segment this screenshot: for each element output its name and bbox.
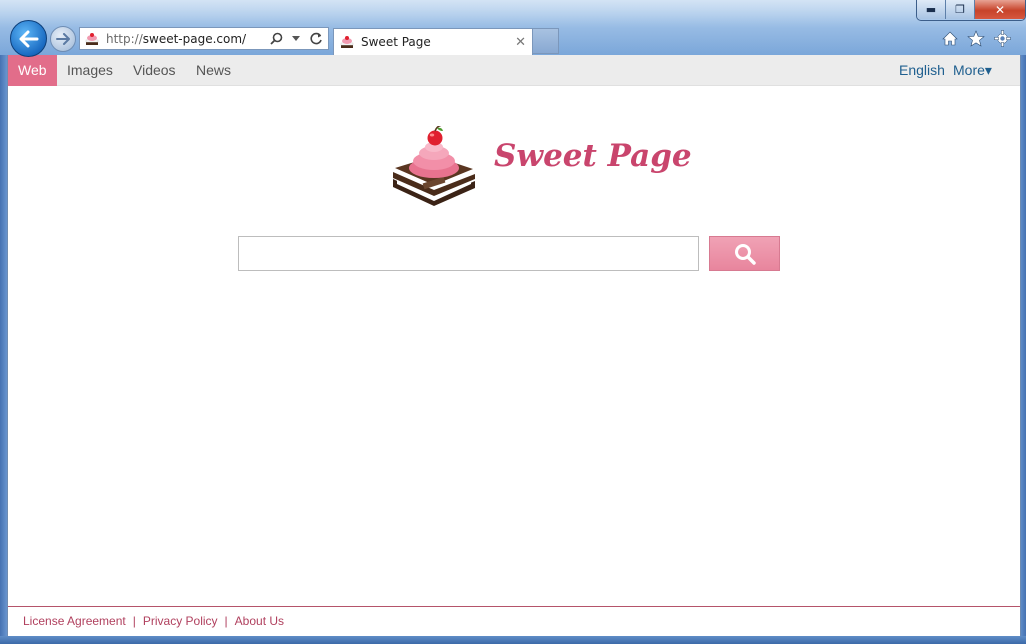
refresh-icon[interactable] xyxy=(308,31,324,47)
nav-item-images[interactable]: Images xyxy=(57,55,123,86)
search-icon[interactable] xyxy=(268,31,284,47)
browser-toolbar-icons xyxy=(940,28,1012,48)
tab-title: Sweet Page xyxy=(361,35,431,49)
about-us-link[interactable]: About Us xyxy=(235,614,284,628)
cake-favicon-icon xyxy=(85,32,99,45)
privacy-policy-link[interactable]: Privacy Policy xyxy=(143,614,218,628)
window-border-left xyxy=(0,55,7,636)
footer: License Agreement | Privacy Policy | About U… xyxy=(8,606,1020,636)
address-url[interactable]: http://sweet-page.com/ xyxy=(106,32,268,46)
browser-tab[interactable]: Sweet Page ✕ xyxy=(333,28,533,55)
home-icon[interactable] xyxy=(940,28,960,48)
forward-button[interactable] xyxy=(50,26,76,52)
close-tab-icon[interactable]: ✕ xyxy=(515,35,526,50)
nav-item-web[interactable]: Web xyxy=(8,55,57,86)
nav-item-videos[interactable]: Videos xyxy=(123,55,186,86)
back-button[interactable] xyxy=(10,20,47,57)
logo-text: Sweet Page xyxy=(494,138,692,174)
page-content: Web Images Videos News English More▾ Swe… xyxy=(7,55,1021,636)
search-button[interactable] xyxy=(709,236,780,271)
close-button[interactable]: ✕ xyxy=(975,0,1025,19)
cake-logo-icon xyxy=(393,126,475,206)
address-bar[interactable]: http://sweet-page.com/ xyxy=(79,27,329,50)
more-menu[interactable]: More▾ xyxy=(943,55,1002,86)
window-border-bottom xyxy=(0,636,1026,644)
footer-separator: | xyxy=(132,614,136,628)
sweet-page-logo: Sweet Page xyxy=(391,126,692,208)
cake-favicon-icon xyxy=(340,36,354,48)
minimize-button[interactable]: ▬ xyxy=(917,0,946,19)
window-controls: ▬ ❐ ✕ xyxy=(916,0,1026,21)
maximize-button[interactable]: ❐ xyxy=(946,0,975,19)
nav-item-news[interactable]: News xyxy=(186,55,241,86)
search-icon xyxy=(734,243,756,265)
star-icon[interactable] xyxy=(966,28,986,48)
footer-separator: | xyxy=(224,614,228,628)
dropdown-icon[interactable] xyxy=(288,31,304,47)
back-arrow-icon xyxy=(19,30,38,47)
new-tab-button[interactable] xyxy=(533,28,559,54)
site-nav: Web Images Videos News English More▾ xyxy=(8,55,1020,86)
search-input[interactable] xyxy=(238,236,699,271)
license-agreement-link[interactable]: License Agreement xyxy=(23,614,126,628)
forward-arrow-icon xyxy=(56,33,70,45)
gear-icon[interactable] xyxy=(992,28,1012,48)
